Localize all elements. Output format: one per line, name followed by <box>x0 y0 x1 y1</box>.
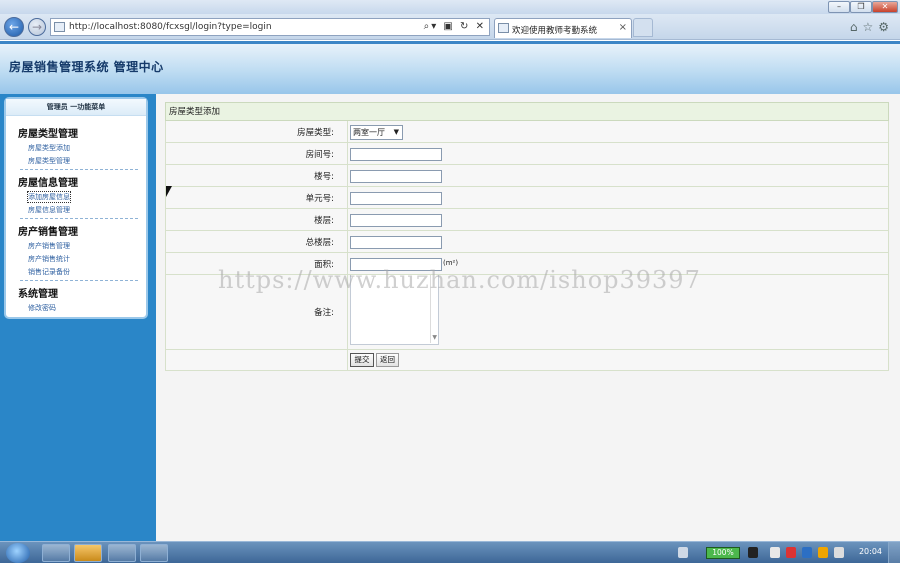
menu-item-change-password[interactable]: 修改密码 <box>28 303 56 313</box>
menu-divider <box>20 218 138 219</box>
scroll-down-icon: ▼ <box>432 334 437 341</box>
close-window-button[interactable]: ✕ <box>872 1 898 13</box>
start-button-icon[interactable] <box>6 543 30 563</box>
menu-header: 管理员 一功能菜单 <box>6 99 146 116</box>
back-button-form[interactable]: 返回 <box>376 353 399 367</box>
menu-item-manage-house-info[interactable]: 房屋信息管理 <box>28 205 70 215</box>
taskbar-app-icon[interactable] <box>74 544 102 562</box>
menu-item-add-house-type[interactable]: 房屋类型添加 <box>28 143 70 153</box>
main-content: 房屋类型添加 房屋类型: 两室一厅 ▼ 房间号: 楼号: 单元号: 楼层: 总楼… <box>156 94 900 541</box>
form-title: 房屋类型添加 <box>165 102 889 121</box>
tray-arrow-icon[interactable] <box>770 547 780 558</box>
forward-button[interactable]: → <box>28 18 46 36</box>
browser-tab[interactable]: 欢迎使用教师考勤系统 × <box>494 18 632 38</box>
menu-item-manage-house-type[interactable]: 房屋类型管理 <box>28 156 70 166</box>
total-floors-label: 总楼层: <box>305 238 334 248</box>
room-no-input[interactable] <box>350 148 442 161</box>
app-title: 房屋销售管理系统 管理中心 <box>9 60 164 74</box>
volume-icon[interactable] <box>834 547 844 558</box>
page-favicon-icon <box>54 22 65 32</box>
home-favorites-tools-icons[interactable]: ⌂☆⚙ <box>850 20 894 34</box>
tab-title: 欢迎使用教师考勤系统 <box>512 26 598 36</box>
menu-item-sales-stats[interactable]: 房产销售统计 <box>28 254 70 264</box>
chevron-down-icon: ▼ <box>393 128 399 136</box>
form-row-building-no: 楼号: <box>165 165 889 187</box>
taskbar-explorer-icon[interactable] <box>42 544 70 562</box>
tab-close-icon[interactable]: × <box>619 22 627 33</box>
row-divider <box>347 121 348 142</box>
building-no-input[interactable] <box>350 170 442 183</box>
mouse-cursor-icon <box>166 186 172 197</box>
app-header: 房屋销售管理系统 管理中心 <box>0 41 900 94</box>
unit-no-label: 单元号: <box>305 194 334 204</box>
battery-indicator[interactable]: 100% <box>706 547 740 559</box>
form-row-house-type: 房屋类型: 两室一厅 ▼ <box>165 121 889 143</box>
taskbar-ie-icon[interactable] <box>140 544 168 562</box>
form-row-unit-no: 单元号: <box>165 187 889 209</box>
form-row-total-floors: 总楼层: <box>165 231 889 253</box>
menu-divider <box>20 169 138 170</box>
row-divider <box>347 143 348 164</box>
tab-favicon-icon <box>498 23 509 33</box>
total-floors-input[interactable] <box>350 236 442 249</box>
power-icon[interactable] <box>748 547 758 558</box>
menu-group-house-type[interactable]: 房屋类型管理 <box>18 125 78 140</box>
window-titlebar: – ❐ ✕ <box>0 0 900 14</box>
watermark-text: https://www.huzhan.com/ishop39397 <box>218 266 701 294</box>
menu-group-sales[interactable]: 房产销售管理 <box>18 223 78 238</box>
maximize-button[interactable]: ❐ <box>850 1 872 13</box>
menu-item-add-house-info[interactable]: 添加房屋信息 <box>27 191 71 203</box>
menu-group-system[interactable]: 系统管理 <box>18 285 58 300</box>
tray-app-icon[interactable] <box>786 547 796 558</box>
house-type-select[interactable]: 两室一厅 ▼ <box>350 125 403 140</box>
unit-no-input[interactable] <box>350 192 442 205</box>
menu-item-sales-backup[interactable]: 销售记录备份 <box>28 267 70 277</box>
taskbar-media-icon[interactable] <box>108 544 136 562</box>
address-bar[interactable]: http://localhost:8080/fcxsgl/login?type=… <box>50 18 490 36</box>
row-divider <box>347 187 348 208</box>
house-type-value: 两室一厅 <box>353 128 385 137</box>
house-type-label: 房屋类型: <box>297 128 334 138</box>
minimize-button[interactable]: – <box>828 1 850 13</box>
menu-divider <box>20 280 138 281</box>
tray-network-icon[interactable] <box>802 547 812 558</box>
floor-label: 楼层: <box>314 216 334 226</box>
building-no-label: 楼号: <box>314 172 334 182</box>
menu-item-sales-manage[interactable]: 房产销售管理 <box>28 241 70 251</box>
row-divider <box>347 209 348 230</box>
sidebar: 管理员 一功能菜单 房屋类型管理 房屋类型添加 房屋类型管理 房屋信息管理 添加… <box>0 94 156 541</box>
remarks-label: 备注: <box>314 308 334 318</box>
room-no-label: 房间号: <box>305 150 334 160</box>
menu-panel: 管理员 一功能菜单 房屋类型管理 房屋类型添加 房屋类型管理 房屋信息管理 添加… <box>4 97 148 319</box>
form-row-actions: 提交 返回 <box>165 350 889 371</box>
address-url[interactable]: http://localhost:8080/fcxsgl/login?type=… <box>69 22 272 32</box>
form-row-room-no: 房间号: <box>165 143 889 165</box>
floor-input[interactable] <box>350 214 442 227</box>
new-tab-button[interactable] <box>633 18 653 37</box>
clock[interactable]: 20:04 <box>859 547 882 556</box>
show-desktop-button[interactable] <box>888 542 900 563</box>
browser-navbar: ← → http://localhost:8080/fcxsgl/login?t… <box>0 14 900 40</box>
menu-group-house-info[interactable]: 房屋信息管理 <box>18 174 78 189</box>
row-divider <box>347 350 348 370</box>
keyboard-icon[interactable] <box>678 547 688 558</box>
taskbar: 100% 20:04 <box>0 541 900 563</box>
back-button[interactable]: ← <box>4 17 24 37</box>
row-divider <box>347 231 348 252</box>
form-row-floor: 楼层: <box>165 209 889 231</box>
submit-button[interactable]: 提交 <box>350 353 374 367</box>
address-actions-icons[interactable]: ⌕▾ ▣ ↻ ✕ <box>424 21 486 32</box>
tray-user-icon[interactable] <box>818 547 828 558</box>
row-divider <box>347 165 348 186</box>
